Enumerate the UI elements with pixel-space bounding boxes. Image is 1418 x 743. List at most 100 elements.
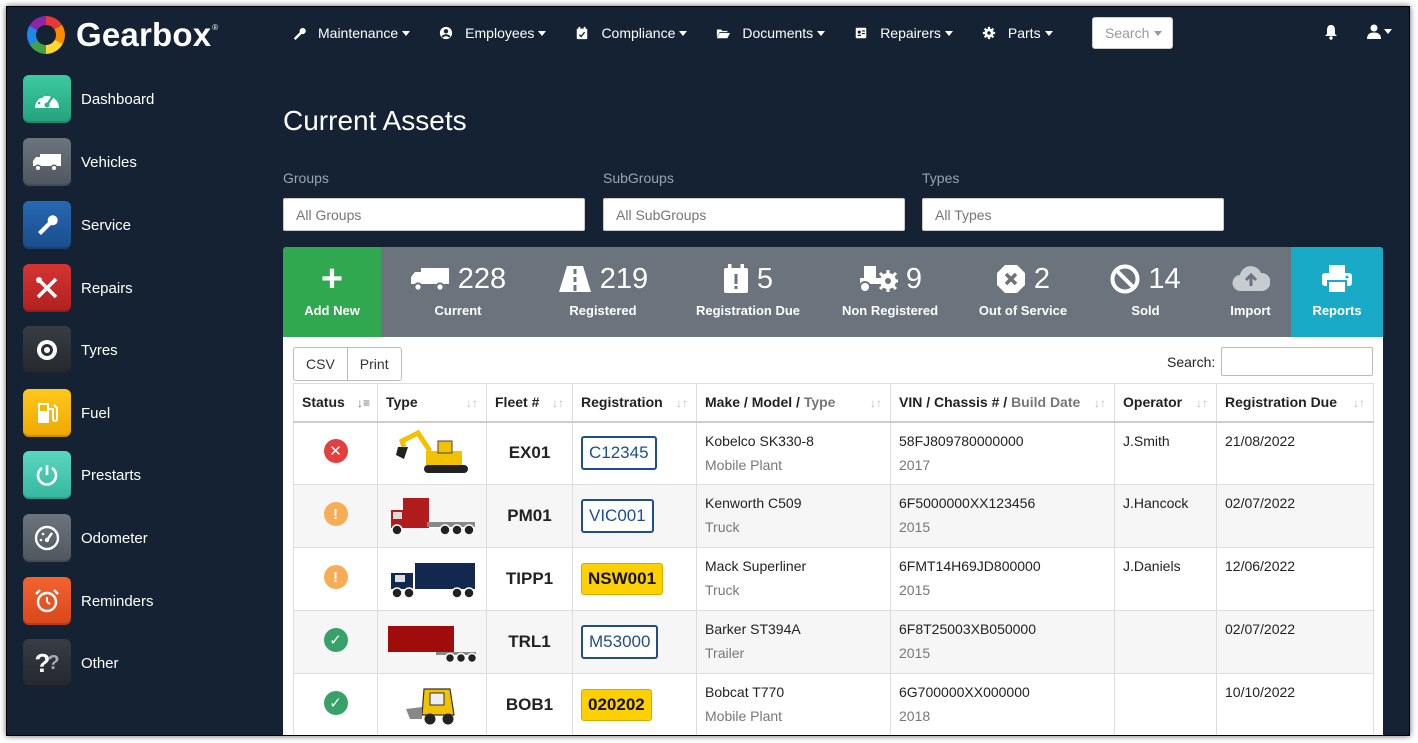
registration-plate[interactable]: VIC001 (581, 499, 654, 533)
registration-due: 02/07/2022 (1216, 484, 1374, 548)
stat-out-of-service[interactable]: 2 Out of Service (958, 247, 1088, 337)
vin: 58FJ809780000000 (899, 432, 1024, 449)
table-search-label: Search: (1167, 354, 1216, 370)
chevron-down-icon (538, 30, 547, 36)
make-model: Mack Superliner (705, 558, 807, 574)
nav-compliance-label: Compliance (601, 25, 676, 41)
col-operator[interactable]: Operator ↓↑ (1114, 383, 1217, 423)
fuel-pump-icon (23, 389, 71, 437)
sidebar-item-fuel[interactable]: Fuel (23, 389, 110, 437)
stat-out-of-service-value: 2 (1033, 262, 1051, 295)
nav-maintenance[interactable]: Maintenance (292, 25, 411, 41)
sidebar-item-service[interactable]: Service (23, 201, 131, 249)
nav-documents[interactable]: Documents (716, 25, 826, 41)
build-date: 2015 (899, 645, 931, 661)
nav-repairers[interactable]: Repairers (854, 25, 953, 41)
sidebar-item-tyres[interactable]: Tyres (23, 326, 118, 374)
global-search-dropdown[interactable]: Search (1092, 17, 1173, 49)
stat-registered[interactable]: 219 Registered (538, 247, 668, 337)
col-registration-due[interactable]: Registration Due ↓↑ (1216, 383, 1374, 423)
sidebar-item-dashboard[interactable]: Dashboard (23, 75, 154, 123)
stat-registration-due[interactable]: 5 Registration Due (683, 247, 813, 337)
registration-due: 10/10/2022 (1216, 673, 1374, 735)
cloud-upload-icon (1232, 266, 1270, 292)
speedometer-icon (23, 514, 71, 562)
registration-plate[interactable]: M53000 (581, 625, 659, 659)
col-type[interactable]: Type ↓↑ (377, 383, 487, 423)
skid-steer-icon (406, 687, 455, 724)
semi-truck-icon (391, 562, 475, 599)
table-row[interactable]: ! PM01 VIC001 Kenworth C509 Truck 6F50000… (293, 484, 1374, 548)
col-make-model-type[interactable]: Make / Model / Type ↓↑ (696, 383, 891, 423)
power-icon (23, 451, 71, 499)
user-circle-icon (440, 26, 453, 40)
nav-compliance[interactable]: Compliance (575, 25, 688, 41)
groups-select[interactable] (283, 198, 585, 231)
col-status[interactable]: Status ↓≡ (293, 383, 378, 423)
stat-registered-value: 219 (599, 262, 649, 295)
folder-open-icon (717, 29, 731, 39)
csv-button[interactable]: CSV (293, 347, 348, 381)
registration-plate[interactable]: 020202 (581, 689, 652, 721)
sidebar-item-repairs[interactable]: Repairs (23, 264, 133, 312)
app-logo[interactable]: Gearbox ® (27, 16, 218, 54)
table-header-row: Status ↓≡ Type ↓↑ Fleet # ↓↑ Registration ↓↑… (293, 383, 1374, 423)
print-button[interactable]: Print (347, 347, 402, 381)
sidebar-item-odometer[interactable]: Odometer (23, 514, 148, 562)
nav-parts-label: Parts (1007, 25, 1041, 41)
nav-parts[interactable]: Parts (982, 25, 1053, 41)
nav-repairers-label: Repairers (880, 25, 941, 41)
make-model: Bobcat T770 (705, 684, 785, 700)
col-registration[interactable]: Registration ↓↑ (572, 383, 697, 423)
import-button[interactable]: Import (1208, 247, 1293, 337)
nav-employees[interactable]: Employees (439, 25, 547, 41)
sidebar-item-vehicles-label: Vehicles (81, 153, 137, 171)
stat-sold[interactable]: 14 Sold (1083, 247, 1208, 337)
build-date: 2017 (899, 456, 931, 473)
stat-non-registered[interactable]: 9 Non Registered (825, 247, 955, 337)
build-date: 2015 (899, 582, 931, 598)
sort-icon: ↓↑ (1196, 396, 1208, 410)
table-row[interactable]: ✓ TRL1 M53000 Barker ST394A Trailer 6F8T2… (293, 610, 1374, 674)
chevron-down-icon (817, 30, 826, 36)
types-label: Types (922, 170, 960, 186)
table-search-input[interactable] (1221, 347, 1373, 376)
tractor-gear-icon (858, 266, 898, 293)
table-row[interactable]: ✕ EX01 C12345 Kobelco SK330-8 Mobile Plan… (293, 421, 1374, 485)
subgroups-select[interactable] (603, 198, 905, 231)
col-vin-build-date[interactable]: VIN / Chassis # / Build Date ↓↑ (890, 383, 1115, 423)
sidebar-item-other[interactable]: ?? Other (23, 639, 119, 687)
add-new-button[interactable]: + Add New (283, 247, 381, 337)
vin: 6F8T25003XB050000 (899, 621, 1036, 637)
stat-non-registered-value: 9 (905, 262, 923, 295)
stat-current[interactable]: 228 Current (393, 247, 523, 337)
app-window: Gearbox ® Maintenance Employees Complian… (6, 6, 1410, 736)
user-menu[interactable] (1367, 24, 1392, 39)
table-row[interactable]: ✓ BOB1 020202 Bobcat T770 Mobile Plant 6G… (293, 673, 1374, 735)
stat-current-value: 228 (457, 262, 507, 295)
registration-plate[interactable]: NSW001 (581, 563, 664, 595)
col-vin-label: VIN / Chassis # / (899, 394, 1008, 411)
asset-type: Mobile Plant (705, 456, 783, 473)
sidebar-item-tyres-label: Tyres (81, 341, 118, 359)
reports-button[interactable]: Reports (1291, 247, 1383, 337)
col-fleet[interactable]: Fleet # ↓↑ (486, 383, 573, 423)
wrench-icon (293, 27, 306, 40)
stat-registration-due-label: Registration Due (695, 303, 800, 318)
col-fleet-label: Fleet # (495, 394, 540, 411)
sidebar-item-prestarts[interactable]: Prestarts (23, 451, 141, 499)
types-select[interactable] (922, 198, 1224, 231)
nav-documents-label: Documents (742, 25, 814, 41)
sidebar-item-reminders[interactable]: Reminders (23, 577, 154, 625)
sort-icon: ↓↑ (870, 396, 882, 410)
nav-maintenance-label: Maintenance (318, 25, 399, 41)
gear-icon (982, 26, 996, 40)
page-title: Current Assets (283, 105, 467, 136)
registration-due: 12/06/2022 (1216, 547, 1374, 611)
build-date: 2018 (899, 708, 931, 724)
sidebar-item-vehicles[interactable]: Vehicles (23, 138, 137, 186)
registration-plate[interactable]: C12345 (581, 436, 657, 471)
table-row[interactable]: ! TIPP1 NSW001 Mack Superliner Truck 6FMT… (293, 547, 1374, 611)
ban-icon (1110, 264, 1140, 294)
bell-icon[interactable] (1324, 24, 1338, 40)
